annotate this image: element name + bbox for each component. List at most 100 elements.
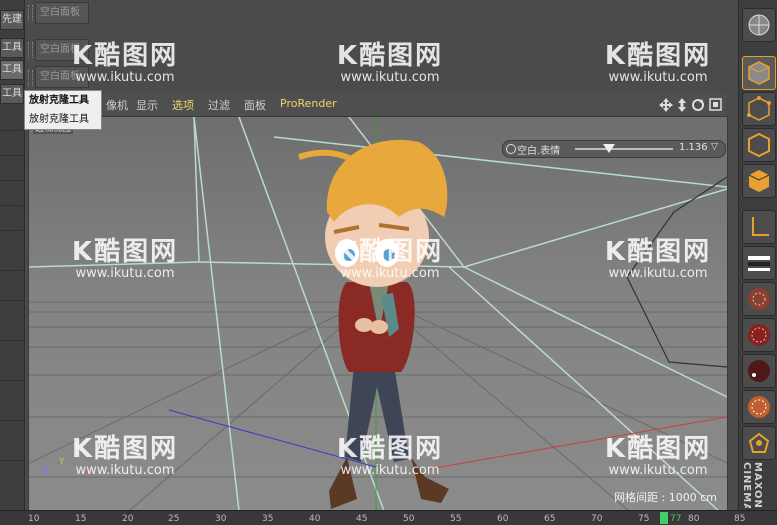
tool-tooltip: 放射克隆工具 放射克隆工具 xyxy=(24,90,102,130)
divider xyxy=(0,180,22,181)
scene-object-button[interactable] xyxy=(742,8,776,42)
left-toolbar: 先建 工具 工具 工具 xyxy=(0,0,25,510)
brush-icon xyxy=(748,360,770,382)
chevron-down-icon[interactable]: ▽ xyxy=(711,142,718,152)
sculpt-brush-button[interactable] xyxy=(742,282,776,316)
timeline-tick: 75 xyxy=(638,514,650,524)
globe-icon xyxy=(748,14,770,36)
axis-icon xyxy=(752,217,769,236)
timeline-ruler[interactable]: 10 15 20 25 30 35 40 45 50 55 60 65 70 7… xyxy=(0,510,777,525)
axis-mode-button[interactable] xyxy=(742,210,776,244)
timeline-tick: 15 xyxy=(75,514,87,524)
points-mode-button[interactable] xyxy=(742,92,776,126)
timeline-tick: 65 xyxy=(544,514,556,524)
timeline-tick: 80 xyxy=(688,514,700,524)
character-model[interactable] xyxy=(298,139,449,509)
rotate-view-icon[interactable] xyxy=(692,99,704,111)
left-tool-button[interactable]: 工具 xyxy=(0,60,24,80)
points-cube-icon xyxy=(747,96,771,121)
timeline-tick: 45 xyxy=(356,514,368,524)
timeline-tick: 85 xyxy=(734,514,746,524)
watermark: K酷图网 www.ikutu.com xyxy=(336,41,444,85)
divider xyxy=(0,270,22,271)
grid-spacing-label: 网格间距 : 1000 cm xyxy=(614,491,717,504)
empty-panel[interactable]: 空白面板 xyxy=(35,2,89,24)
brush-icon xyxy=(748,324,770,346)
timeline-tick: 70 xyxy=(591,514,603,524)
cube-icon xyxy=(748,61,770,85)
playhead[interactable] xyxy=(660,512,668,524)
menu-display[interactable]: 显示 xyxy=(136,97,158,113)
timeline-tick: 20 xyxy=(122,514,134,524)
empty-panel[interactable]: 空白面板 xyxy=(35,66,89,88)
menu-options[interactable]: 选项 xyxy=(172,97,194,113)
tooltip-item: 放射克隆工具 xyxy=(29,95,89,106)
divider xyxy=(0,230,22,231)
left-tool-button[interactable]: 先建 xyxy=(0,10,24,30)
z-axis-line xyxy=(168,409,377,468)
sculpt-brush-button[interactable] xyxy=(742,354,776,388)
maxon-logo: MAXON CINEMA xyxy=(741,462,763,508)
empty-panel[interactable]: 空白面板 xyxy=(35,39,89,61)
menu-camera[interactable]: 像机 xyxy=(106,97,128,113)
snap-button[interactable] xyxy=(742,426,776,460)
slider-thumb[interactable] xyxy=(603,144,616,153)
timeline-tick: 60 xyxy=(497,514,509,524)
timeline-tick: 30 xyxy=(215,514,227,524)
sculpt-brush-button[interactable] xyxy=(742,318,776,352)
slider-track[interactable] xyxy=(575,148,673,150)
timeline-tick: 35 xyxy=(262,514,274,524)
divider xyxy=(0,420,22,421)
radio-icon[interactable] xyxy=(506,144,516,154)
timeline-tick: 55 xyxy=(450,514,462,524)
viewport-scene xyxy=(29,117,727,511)
panel-grip[interactable] xyxy=(28,70,33,86)
sculpt-brush-button[interactable] xyxy=(742,390,776,424)
tooltip-item: 放射克隆工具 xyxy=(29,114,89,125)
slider-label: 空白.表情 xyxy=(517,146,561,157)
texture-icon xyxy=(748,256,770,271)
move-view-icon[interactable] xyxy=(659,98,673,112)
slider-value[interactable]: 1.136 xyxy=(679,142,708,153)
divider xyxy=(0,460,22,461)
polygons-mode-button[interactable] xyxy=(742,164,776,198)
texture-mode-button[interactable] xyxy=(742,246,776,280)
polygons-cube-icon xyxy=(748,170,770,192)
viewport-nav-icons xyxy=(659,98,722,112)
maximize-view-icon[interactable] xyxy=(709,98,722,111)
zoom-view-icon[interactable] xyxy=(678,98,686,112)
axis-label-y: Y xyxy=(59,457,65,467)
right-toolbar: MAXON CINEMA xyxy=(738,0,777,510)
current-frame: 77 xyxy=(670,514,682,524)
menu-panel[interactable]: 面板 xyxy=(244,97,266,113)
left-tool-button[interactable]: 工具 xyxy=(0,84,24,104)
3d-viewport[interactable]: 透视视图 Y Z X 网格间距 : 1000 cm xyxy=(28,116,728,512)
brush-icon xyxy=(748,288,770,310)
brush-icon xyxy=(748,396,770,418)
timeline-tick: 10 xyxy=(28,514,40,524)
model-mode-button[interactable] xyxy=(742,56,776,90)
divider xyxy=(0,155,22,156)
divider xyxy=(0,340,22,341)
panel-grip[interactable] xyxy=(28,42,33,58)
morph-slider[interactable]: 空白.表情 1.136 ▽ xyxy=(502,140,726,158)
left-tool-button[interactable]: 工具 xyxy=(0,38,24,58)
divider xyxy=(0,205,22,206)
divider xyxy=(0,380,22,381)
timeline-tick: 25 xyxy=(168,514,180,524)
viewport-menu-bar: 像机 显示 选项 过滤 面板 ProRender xyxy=(100,94,726,116)
axis-label-x: X xyxy=(84,469,91,479)
x-axis-line xyxy=(428,416,727,470)
panel-grip[interactable] xyxy=(28,5,33,21)
watermark: K酷图网 www.ikutu.com xyxy=(604,41,712,85)
edges-mode-button[interactable] xyxy=(742,128,776,162)
snap-icon xyxy=(748,432,770,453)
edges-cube-icon xyxy=(748,132,770,158)
menu-prorender[interactable]: ProRender xyxy=(280,97,337,110)
hexagon-wire xyxy=(626,176,727,368)
timeline-tick: 40 xyxy=(309,514,321,524)
timeline-tick: 50 xyxy=(403,514,415,524)
divider xyxy=(0,130,22,131)
menu-filter[interactable]: 过滤 xyxy=(208,97,230,113)
axis-label-z: Z xyxy=(42,467,49,477)
